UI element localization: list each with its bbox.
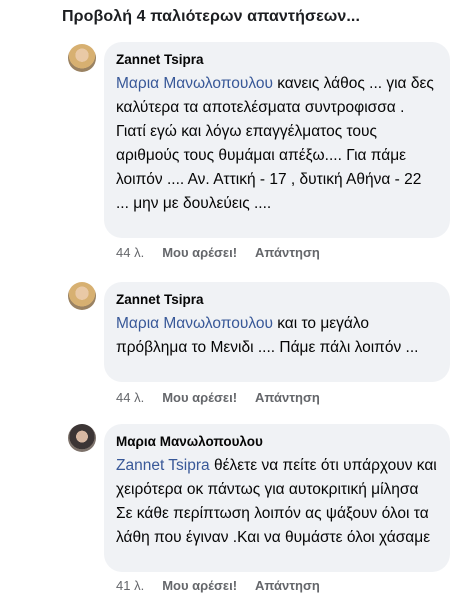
like-button[interactable]: Μου αρέσει! [162, 245, 237, 260]
comment-mention[interactable]: Zannet Tsipra [116, 457, 210, 474]
comment-timestamp[interactable]: 41 λ. [116, 578, 144, 593]
comment-bubble: Zannet Tsipra Μαρια Μανωλοπουλου και το … [104, 282, 450, 382]
comment-mention[interactable]: Μαρια Μανωλοπουλου [116, 75, 273, 92]
comment-author[interactable]: Zannet Tsipra [116, 50, 438, 70]
comment-actions: 44 λ. Μου αρέσει! Απάντηση [116, 245, 338, 260]
comment-bubble: Μαρια Μανωλοπουλου Zannet Tsipra θέλετε … [104, 424, 450, 572]
view-more-replies-link[interactable]: Προβολή 4 παλιότερων απαντήσεων... [62, 8, 360, 26]
comment-text: Zannet Tsipra θέλετε να πείτε ότι υπάρχο… [116, 454, 438, 550]
comment-mention[interactable]: Μαρια Μανωλοπουλου [116, 315, 273, 332]
like-button[interactable]: Μου αρέσει! [162, 390, 237, 405]
comment-timestamp[interactable]: 44 λ. [116, 245, 144, 260]
comment-actions: 41 λ. Μου αρέσει! Απάντηση [116, 578, 338, 593]
reply-button[interactable]: Απάντηση [255, 578, 320, 593]
comment-text: Μαρια Μανωλοπουλου και το μεγάλο πρόβλημ… [116, 312, 438, 360]
comment-author[interactable]: Μαρια Μανωλοπουλου [116, 432, 438, 452]
comment-timestamp[interactable]: 44 λ. [116, 390, 144, 405]
comment-text: Μαρια Μανωλοπουλου κανεις λάθος ... για … [116, 72, 438, 216]
avatar[interactable] [68, 44, 96, 72]
comment-author[interactable]: Zannet Tsipra [116, 290, 438, 310]
reply-button[interactable]: Απάντηση [255, 390, 320, 405]
avatar[interactable] [68, 424, 96, 452]
comment-body: κανεις λάθος ... για δες καλύτερα τα απο… [116, 75, 434, 212]
like-button[interactable]: Μου αρέσει! [162, 578, 237, 593]
comment-actions: 44 λ. Μου αρέσει! Απάντηση [116, 390, 338, 405]
comment-bubble: Zannet Tsipra Μαρια Μανωλοπουλου κανεις … [104, 42, 450, 238]
reply-button[interactable]: Απάντηση [255, 245, 320, 260]
avatar[interactable] [68, 282, 96, 310]
